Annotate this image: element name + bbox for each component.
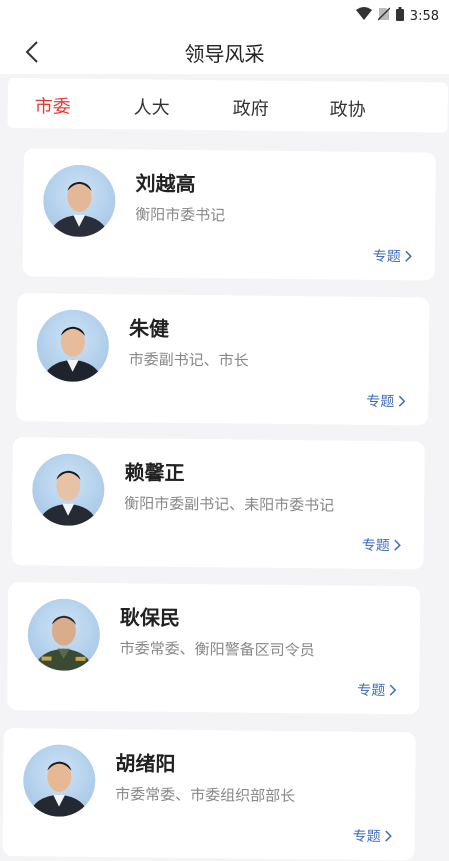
topic-label: 专题	[366, 393, 395, 411]
leader-position: 市委副书记、市长	[128, 350, 249, 370]
leader-position: 衡阳市委书记	[135, 205, 226, 225]
leader-card[interactable]: 胡绪阳 市委常委、市委组织部部长 专题	[2, 728, 416, 861]
chevron-right-icon	[389, 684, 397, 696]
avatar	[31, 453, 105, 527]
status-icons: 3:58	[355, 7, 439, 25]
leader-name: 赖馨正	[124, 460, 185, 485]
no-sim-icon	[377, 7, 391, 25]
wifi-icon	[355, 7, 372, 25]
chevron-right-icon	[385, 830, 392, 842]
leader-card[interactable]: 刘越高 衡阳市委书记 专题	[22, 148, 436, 281]
status-bar: 3:58	[0, 0, 449, 30]
leader-position: 市委常委、衡阳警备区司令员	[119, 639, 315, 660]
category-tabs: 市委 人大 政府 政协	[7, 78, 448, 133]
avatar	[22, 744, 96, 818]
tab-zhengfu[interactable]: 政府	[233, 94, 269, 120]
chevron-right-icon	[405, 250, 412, 262]
leader-name: 刘越高	[135, 171, 196, 197]
topic-link[interactable]: 专题	[353, 826, 393, 846]
leader-name: 朱健	[128, 316, 170, 341]
leader-position: 市委常委、市委组织部部长	[115, 785, 296, 806]
topic-label: 专题	[372, 248, 401, 266]
avatar	[36, 309, 110, 383]
battery-icon	[395, 7, 404, 25]
topic-label: 专题	[357, 682, 386, 700]
nav-bar: 领导风采	[0, 30, 449, 74]
leader-position: 衡阳市委副书记、耒阳市委书记	[124, 494, 335, 515]
leader-card[interactable]: 朱健 市委副书记、市长 专题	[16, 293, 430, 426]
topic-link[interactable]: 专题	[357, 680, 397, 700]
topic-label: 专题	[352, 828, 381, 846]
topic-link[interactable]: 专题	[362, 535, 402, 555]
chevron-right-icon	[394, 539, 401, 551]
leader-card[interactable]: 耿保民 市委常委、衡阳警备区司令员 专题	[7, 582, 421, 715]
leader-list: 刘越高 衡阳市委书记 专题 朱健 市委副书记、市长 专题 赖馨正 衡阳市委副书记…	[0, 140, 449, 861]
leader-name: 耿保民	[119, 605, 181, 630]
topic-link[interactable]: 专题	[366, 391, 406, 411]
tab-shiwei[interactable]: 市委	[35, 92, 71, 118]
chevron-right-icon	[398, 395, 406, 407]
leader-name: 胡绪阳	[115, 751, 176, 776]
topic-link[interactable]: 专题	[373, 246, 413, 266]
tab-renda[interactable]: 人大	[134, 93, 170, 119]
topic-label: 专题	[361, 537, 390, 555]
avatar	[42, 164, 116, 238]
tab-zhengxie[interactable]: 政协	[330, 95, 366, 121]
avatar	[27, 598, 101, 672]
leader-card[interactable]: 赖馨正 衡阳市委副书记、耒阳市委书记 专题	[11, 437, 425, 570]
clock-time: 3:58	[409, 8, 439, 24]
page-title: 领导风采	[184, 42, 265, 66]
